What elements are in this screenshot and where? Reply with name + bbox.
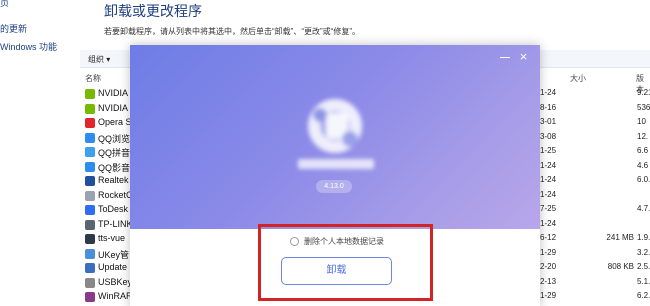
program-version: 1.9. [637,233,650,242]
install-date: 1-25 [540,146,557,155]
program-version: 6.6 [637,146,649,155]
update-icon [85,263,95,273]
app-name-blurred [298,159,374,169]
program-version: 10 [637,117,646,126]
program-version: 12. [637,131,649,141]
program-version: 5.1. [637,276,650,286]
column-header-size[interactable]: 大小 [570,73,586,84]
app-logo-icon [308,99,362,153]
install-date: 1-24 [540,88,557,97]
program-version: 9.21 [637,88,650,97]
program-size: 241 MB [606,233,634,242]
install-date: 1-24 [540,160,557,170]
page-title: 卸载或更改程序 [104,3,202,19]
install-date: 3-08 [540,131,557,141]
install-date: 2-20 [540,262,557,271]
minimize-icon[interactable] [499,51,511,63]
qq-pinyin-icon [85,147,95,157]
rocket-icon [85,190,95,201]
install-date: 1-24 [540,175,557,184]
install-date: 1-29 [540,247,557,257]
nvidia-icon [85,103,95,114]
program-version: 2.5. [637,262,650,271]
program-version: 4.7. [637,204,650,213]
tplink-icon [85,219,95,230]
install-date: 2-13 [540,276,557,286]
dialog-banner: × 4.13.0 [130,45,540,229]
winrar-icon [85,292,95,302]
todesk-icon [85,205,95,215]
version-badge: 4.13.0 [316,180,352,193]
realtek-icon [85,176,95,186]
left-navigation: 页 的更新 Windows 功能 [0,0,80,306]
nvidia-icon [85,89,95,99]
opera-icon [85,118,95,128]
install-date: 1-29 [540,291,557,300]
program-size: 808 KB [607,262,634,271]
install-date: 3-01 [540,117,557,126]
close-icon[interactable]: × [517,50,530,63]
program-version: 536 [637,102,650,112]
qq-player-icon [85,161,95,172]
program-version: 4.6 [637,160,649,170]
tts-vue-icon [85,234,95,244]
ukey-icon [85,248,95,259]
install-date: 7-25 [540,204,557,213]
usbkey-icon [85,277,95,288]
organize-button[interactable]: 组织 ▾ [88,54,110,65]
qq-browser-icon [85,132,95,143]
install-date: 1-24 [540,189,557,199]
highlight-annotation-box [258,224,433,301]
program-version: 3.2. [637,247,650,257]
program-version: 6.0. [637,175,650,184]
program-version: 6.2. [637,291,650,300]
sidebar-item-updates[interactable]: 的更新 [0,22,27,35]
install-date: 1-24 [540,218,557,228]
install-date: 6-12 [540,233,557,242]
page-subtitle: 若要卸载程序，请从列表中将其选中，然后单击“卸载”、“更改”或“修复”。 [104,27,360,36]
sidebar-item-home[interactable]: 页 [0,0,9,9]
install-date: 8-16 [540,102,557,112]
column-header-name[interactable]: 名称 [85,73,101,84]
sidebar-item-windows-features[interactable]: Windows 功能 [0,40,57,53]
